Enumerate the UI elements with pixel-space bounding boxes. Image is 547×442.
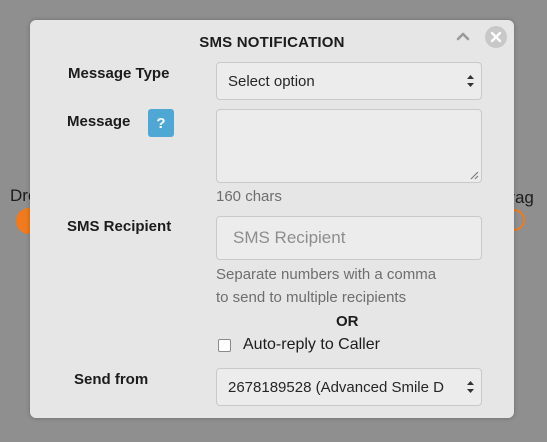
message-type-value: Select option (228, 72, 315, 90)
message-label: Message (67, 113, 131, 130)
or-divider: OR (336, 313, 359, 330)
sort-arrows-icon (466, 379, 475, 395)
sms-recipient-label: SMS Recipient (67, 218, 172, 235)
message-type-label: Message Type (68, 65, 170, 82)
message-help-button[interactable]: ? (148, 109, 174, 137)
send-from-value: 2678189528 (Advanced Smile D (228, 378, 444, 396)
chevron-up-icon (456, 32, 470, 41)
resize-grip-icon[interactable] (469, 170, 479, 180)
close-circle-icon (490, 31, 502, 43)
sms-notification-panel: SMS NOTIFICATION Message Type Select opt… (30, 20, 514, 418)
close-button[interactable] (485, 26, 507, 48)
sms-recipient-input[interactable] (216, 216, 482, 260)
send-from-select[interactable]: 2678189528 (Advanced Smile D (216, 368, 482, 406)
recipient-hint-line2: to send to multiple recipients (216, 289, 407, 306)
panel-title: SMS NOTIFICATION (199, 34, 345, 51)
auto-reply-checkbox[interactable] (218, 339, 231, 352)
send-from-label: Send from (74, 371, 149, 388)
message-type-select[interactable]: Select option (216, 62, 482, 100)
auto-reply-label[interactable]: Auto-reply to Caller (243, 336, 380, 354)
message-char-count: 160 chars (216, 188, 282, 205)
recipient-hint-line1: Separate numbers with a comma (216, 266, 437, 283)
message-textarea[interactable] (216, 109, 482, 183)
sort-arrows-icon (467, 75, 474, 87)
collapse-button[interactable] (453, 26, 473, 46)
